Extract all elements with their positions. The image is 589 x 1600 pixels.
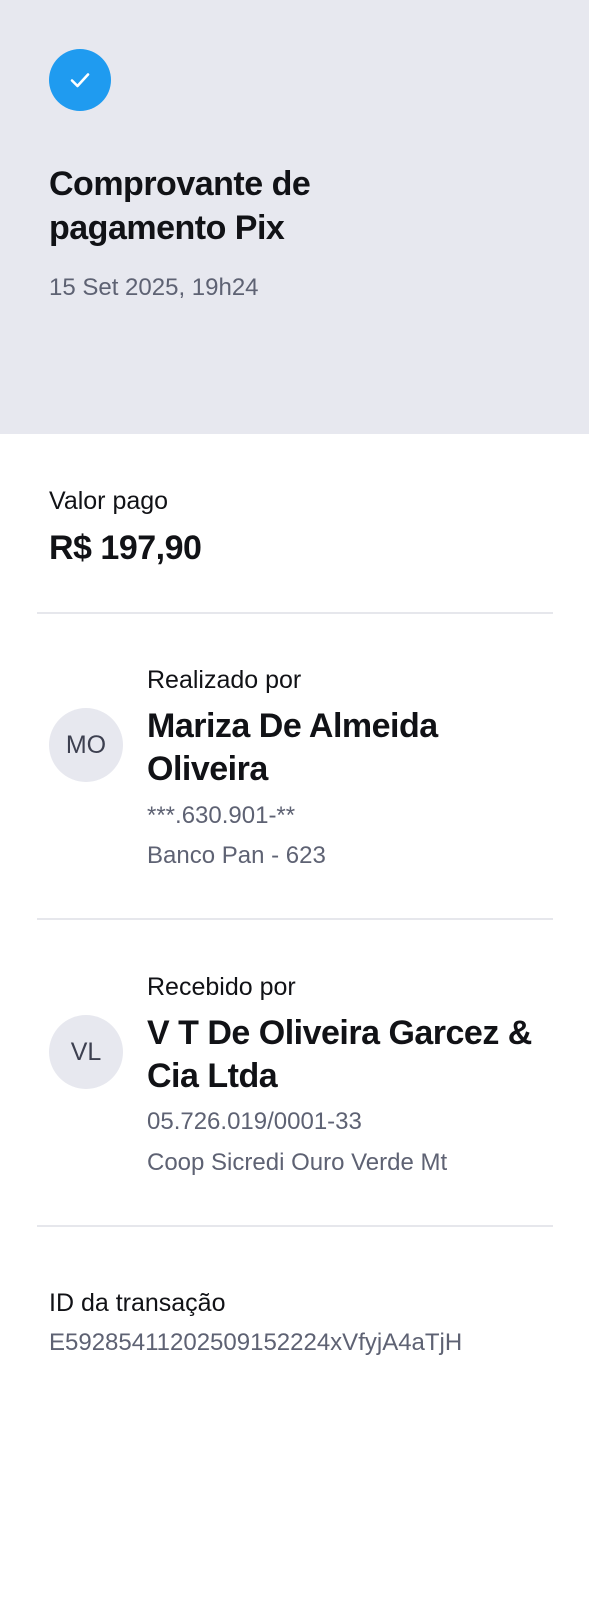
- success-badge: [49, 49, 111, 111]
- payee-name: V T De Oliveira Garcez & Cia Ltda: [147, 1014, 532, 1095]
- page-title: Comprovante de pagamento Pix: [49, 165, 311, 247]
- payer-name: Mariza De Almeida Oliveira: [147, 707, 438, 788]
- receipt-header: Comprovante de pagamento Pix 15 Set 2025…: [0, 0, 589, 434]
- payer-avatar: MO: [49, 708, 123, 782]
- transaction-id-value[interactable]: E59285411202509152224xVfyjA4aTjH: [49, 1327, 462, 1359]
- divider: [37, 1225, 553, 1227]
- receipt-page: Comprovante de pagamento Pix 15 Set 2025…: [0, 0, 589, 1600]
- payee-document: 05.726.019/0001-33: [147, 1108, 362, 1135]
- payee-caption: Recebido por: [147, 973, 296, 1001]
- amount-value: R$ 197,90: [49, 529, 202, 567]
- payer-caption: Realizado por: [147, 666, 302, 694]
- divider: [37, 612, 553, 614]
- payee-bank: Coop Sicredi Ouro Verde Mt: [147, 1149, 448, 1176]
- payer-bank: Banco Pan - 623: [147, 842, 326, 869]
- payment-datetime: 15 Set 2025, 19h24: [49, 274, 259, 301]
- transaction-id-label: ID da transação: [49, 1289, 226, 1317]
- divider: [37, 918, 553, 920]
- check-icon: [70, 73, 90, 88]
- payee-avatar: VL: [49, 1015, 123, 1089]
- payer-document: ***.630.901-**: [147, 802, 296, 829]
- amount-label: Valor pago: [49, 487, 169, 515]
